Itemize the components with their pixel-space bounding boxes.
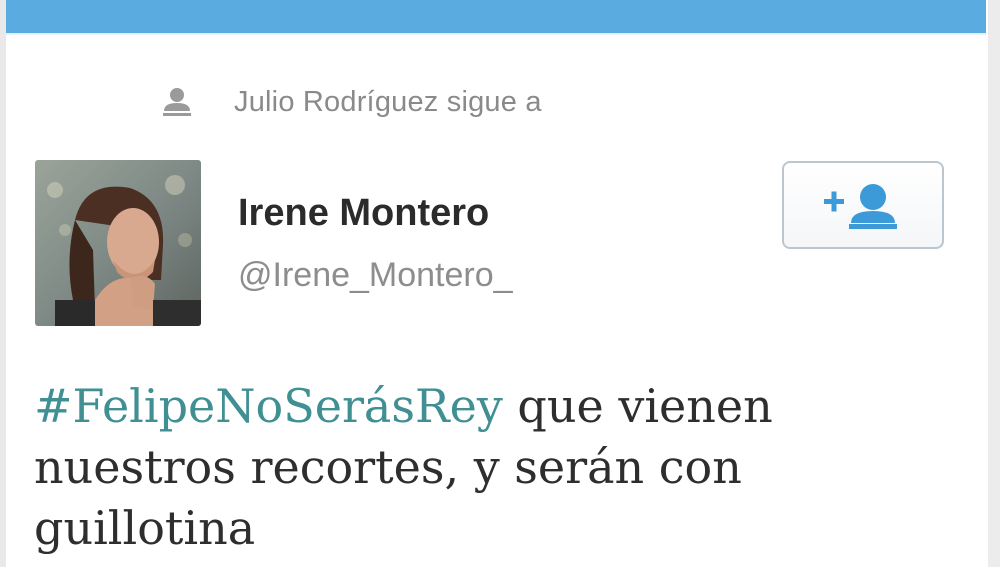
avatar-photo [35,160,201,326]
person-icon [163,88,191,116]
profile-handle[interactable]: @Irene_Montero_ [238,256,513,295]
header-shadow [6,33,986,36]
follow-user-icon [824,184,897,229]
follow-context-label: Julio Rodríguez sigue a [234,85,542,118]
window-edge-right [988,0,1000,567]
tweet-text: #FelipeNoSerásRey que vienen nuestros re… [34,376,954,559]
avatar[interactable] [35,160,201,326]
app-header-bar [6,0,986,33]
hashtag-link[interactable]: #FelipeNoSerásRey [34,379,503,433]
follow-button[interactable] [782,161,944,249]
profile-name[interactable]: Irene Montero [238,192,489,235]
window-edge-left [0,0,6,567]
follow-context: Julio Rodríguez sigue a [160,82,542,122]
